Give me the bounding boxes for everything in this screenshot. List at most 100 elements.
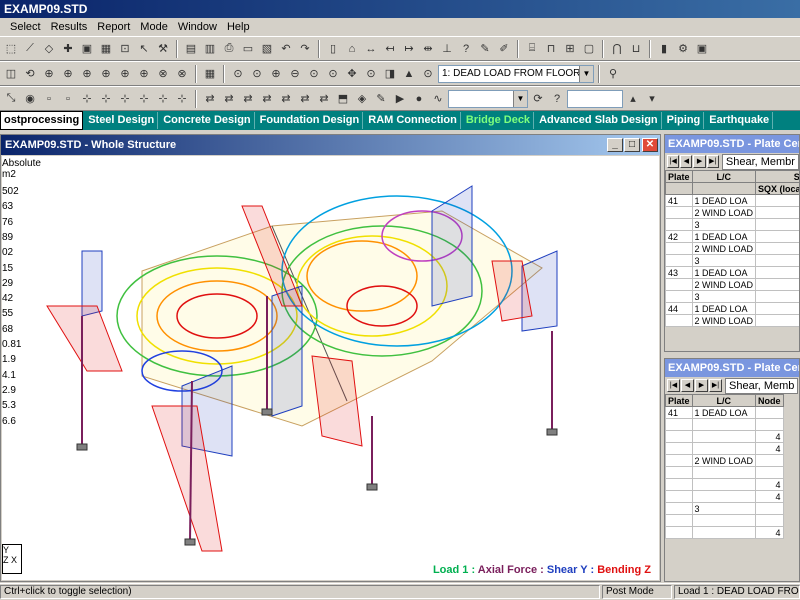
table-row[interactable]: 411 DEAD LOA-0.43 xyxy=(665,194,799,207)
surface-cursor-icon[interactable]: ▦ xyxy=(97,40,115,58)
report-icon[interactable]: ▥ xyxy=(201,40,219,58)
first-page-icon[interactable]: |◀ xyxy=(667,155,680,168)
cube-icon[interactable]: ◨ xyxy=(381,65,399,83)
table-row[interactable] xyxy=(665,418,784,431)
axes-icon[interactable]: ⤡ xyxy=(2,90,20,108)
table-cell[interactable]: 1 DEAD LOA xyxy=(691,266,757,279)
view-back-icon[interactable]: ⊕ xyxy=(59,65,77,83)
sphere-icon[interactable]: ● xyxy=(410,90,428,108)
seismic-icon[interactable]: ⊹ xyxy=(173,90,191,108)
secondary-select[interactable]: ▼ xyxy=(448,89,528,108)
table-cell[interactable] xyxy=(665,290,693,303)
view-icon[interactable]: ▣ xyxy=(693,40,711,58)
key-icon[interactable]: ⚲ xyxy=(604,65,622,83)
table-cell[interactable]: 1 DEAD LOA xyxy=(691,194,757,207)
table-row[interactable]: 3-0.13 xyxy=(665,254,799,267)
close-icon[interactable]: ✕ xyxy=(642,138,658,152)
table-cell[interactable] xyxy=(665,514,693,527)
table-cell[interactable] xyxy=(665,206,693,219)
table-cell[interactable]: -0.13 xyxy=(755,254,799,267)
table-cell[interactable]: 1 DEAD LOA xyxy=(691,230,757,243)
zoom-out-icon[interactable]: ⊖ xyxy=(286,65,304,83)
table-row[interactable]: 421 DEAD LOA-0.14 xyxy=(665,230,799,243)
table-row[interactable]: 4 xyxy=(665,478,784,491)
pencil-icon[interactable]: ✎ xyxy=(476,40,494,58)
tab-piping[interactable]: Piping xyxy=(664,112,705,129)
table-cell[interactable]: -0.39 xyxy=(755,218,799,231)
load-case-select[interactable]: 1: DEAD LOAD FROM FLOOR ▼ xyxy=(438,64,594,83)
print-icon[interactable]: ⎙ xyxy=(220,40,238,58)
table-cell[interactable]: -0.14 xyxy=(755,230,799,243)
grid-icon[interactable]: ⊞ xyxy=(561,40,579,58)
brush-icon[interactable]: ✐ xyxy=(495,40,513,58)
table-cell[interactable] xyxy=(665,242,693,255)
table-cell[interactable] xyxy=(665,418,693,431)
iso-view-icon[interactable]: ◫ xyxy=(2,65,20,83)
table-cell[interactable]: 3 xyxy=(691,290,757,303)
table-cell[interactable] xyxy=(691,466,757,479)
beam-cursor-icon[interactable]: ⟋ xyxy=(21,40,39,58)
table-cell[interactable] xyxy=(755,418,784,431)
table-cell[interactable]: 42 xyxy=(665,230,693,243)
menu-help[interactable]: Help xyxy=(223,19,254,35)
globe-icon[interactable]: ◉ xyxy=(21,90,39,108)
zoom-in-icon[interactable]: ⊕ xyxy=(267,65,285,83)
table1-tab[interactable]: Shear, Membr xyxy=(721,153,799,170)
plate-stress-icon[interactable]: ⬒ xyxy=(334,90,352,108)
results-deflection-icon[interactable]: ⇄ xyxy=(296,90,314,108)
table-row[interactable]: 3-0.39 xyxy=(665,218,799,231)
select-region-icon[interactable]: ▦ xyxy=(201,65,219,83)
table-row[interactable] xyxy=(665,466,784,479)
table-cell[interactable] xyxy=(665,478,693,491)
table-cell[interactable]: 2 WIND LOAD xyxy=(691,314,757,327)
table-cell[interactable] xyxy=(665,526,693,539)
settings-icon[interactable]: ⚙ xyxy=(674,40,692,58)
table2-title[interactable]: EXAMP09.STD - Plate Centre xyxy=(665,359,799,377)
table-cell[interactable] xyxy=(665,442,693,455)
table-cell[interactable]: 3 xyxy=(691,254,757,267)
column-header[interactable]: Plate xyxy=(665,170,693,183)
pan-icon[interactable]: ✥ xyxy=(343,65,361,83)
table-cell[interactable] xyxy=(691,430,757,443)
table-cell[interactable]: 3 xyxy=(691,218,757,231)
table-cell[interactable] xyxy=(665,218,693,231)
table-cell[interactable]: -0.00 xyxy=(755,314,799,327)
table-row[interactable]: 2 WIND LOAD-0.00 xyxy=(665,206,799,219)
support-icon[interactable]: ⊥ xyxy=(438,40,456,58)
table-cell[interactable] xyxy=(665,314,693,327)
chevron-down-icon[interactable]: ▼ xyxy=(579,65,593,82)
results-shear-icon[interactable]: ⇄ xyxy=(220,90,238,108)
refresh-icon[interactable]: ⟳ xyxy=(529,90,547,108)
table-cell[interactable]: 0.13 xyxy=(755,290,799,303)
redo-icon[interactable]: ↷ xyxy=(296,40,314,58)
beam-label-icon[interactable]: ↔ xyxy=(362,40,380,58)
tab-foundation-design[interactable]: Foundation Design xyxy=(257,112,364,129)
column-header[interactable]: Plate xyxy=(665,394,693,407)
chevron-down-icon[interactable]: ▼ xyxy=(513,90,527,107)
wave-icon[interactable]: ∿ xyxy=(429,90,447,108)
bracket-icon[interactable]: ⊔ xyxy=(627,40,645,58)
table-row[interactable]: 4 xyxy=(665,490,784,503)
table-cell[interactable] xyxy=(755,406,784,419)
column-header[interactable]: L/C xyxy=(691,170,757,183)
table-cell[interactable] xyxy=(755,466,784,479)
last-page-icon[interactable]: ▶| xyxy=(709,379,722,392)
column-header[interactable]: S xyxy=(755,170,799,183)
node-icon[interactable]: ⊹ xyxy=(78,90,96,108)
next-page-icon[interactable]: ▶ xyxy=(693,155,706,168)
help-icon[interactable]: ? xyxy=(457,40,475,58)
shape-icon[interactable]: ▲ xyxy=(400,65,418,83)
table-cell[interactable] xyxy=(755,454,784,467)
table-row[interactable]: 431 DEAD LOA0.14 xyxy=(665,266,799,279)
table-cell[interactable] xyxy=(691,514,757,527)
battery-icon[interactable]: ▮ xyxy=(655,40,673,58)
menu-select[interactable]: Select xyxy=(6,19,45,35)
table-cell[interactable]: 2 WIND LOAD xyxy=(691,278,757,291)
view-front-icon[interactable]: ⊕ xyxy=(40,65,58,83)
spin-up-icon[interactable]: ▴ xyxy=(624,90,642,108)
menu-mode[interactable]: Mode xyxy=(136,19,172,35)
dimension-icon[interactable]: ↤ xyxy=(381,40,399,58)
magnify-icon[interactable]: ⊙ xyxy=(419,65,437,83)
table-cell[interactable] xyxy=(665,466,693,479)
menu-window[interactable]: Window xyxy=(174,19,221,35)
